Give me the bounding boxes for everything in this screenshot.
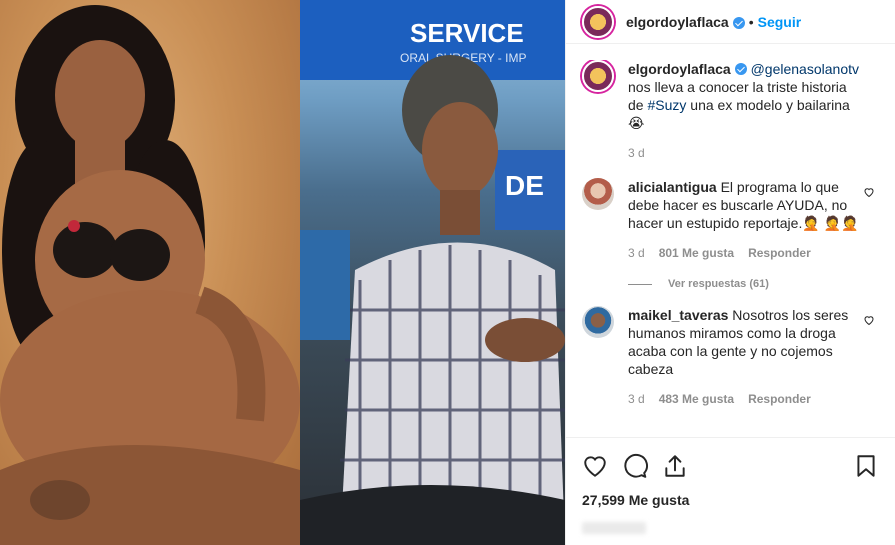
image-left-model [0,0,300,545]
action-icons [582,448,879,484]
caption-time[interactable]: 3 d [628,144,645,162]
comment-likes[interactable]: 801 Me gusta [659,244,734,262]
comment-username[interactable]: maikel_taveras [628,307,728,323]
author-username[interactable]: elgordoylaflaca [626,14,729,30]
follow-button[interactable]: Seguir [758,14,802,30]
caption-body: elgordoylaflaca @gelenasolanotv nos llev… [628,60,879,162]
instagram-post: SERVICE ORAL SURGERY - IMP DE [0,0,895,545]
comment-username[interactable]: alicialantigua [628,179,717,195]
reply-button[interactable]: Responder [748,244,811,262]
comment-body: maikel_taveras Nosotros los seres humano… [628,306,879,408]
caption-hashtag[interactable]: #Suzy [647,97,686,113]
caption-username[interactable]: elgordoylaflaca [628,61,731,77]
comment-icon[interactable] [622,453,648,479]
comment-likes[interactable]: 483 Me gusta [659,390,734,408]
share-icon[interactable] [662,453,688,479]
image-right-woman: SERVICE ORAL SURGERY - IMP DE [300,0,565,545]
commenter-avatar[interactable] [582,306,614,338]
caption-mention[interactable]: @gelenasolanotv [751,61,859,77]
sign-text-3: DE [505,170,544,201]
comment-item: alicialantigua El programa lo que debe h… [582,178,879,262]
commenter-avatar[interactable] [582,178,614,210]
verified-badge-icon [734,63,747,75]
bookmark-icon[interactable] [853,453,879,479]
caption-avatar[interactable] [582,60,614,92]
verified-badge-icon [732,16,745,29]
post-actions: 27,599 Me gusta [566,437,895,534]
caption: elgordoylaflaca @gelenasolanotv nos llev… [582,60,879,162]
view-replies-link[interactable]: Ver respuestas (61) [628,278,879,290]
comment-meta: 3 d 483 Me gusta Responder [628,390,859,408]
author-avatar[interactable] [582,5,614,38]
view-replies-label: Ver respuestas (61) [668,278,769,290]
separator-dot: • [748,13,754,30]
like-comment-heart-icon[interactable] [863,314,875,326]
replies-line [628,283,652,285]
timestamp-placeholder [582,522,646,534]
sign-text-1: SERVICE [410,18,524,48]
post-header: elgordoylaflaca • Seguir [566,0,895,44]
street-illustration: SERVICE ORAL SURGERY - IMP DE [300,0,565,545]
comment-body: alicialantigua El programa lo que debe h… [628,178,879,262]
comment-item: maikel_taveras Nosotros los seres humano… [582,306,879,408]
caption-meta: 3 d [628,144,859,162]
comments-list[interactable]: elgordoylaflaca @gelenasolanotv nos llev… [566,60,895,435]
post-side-panel: elgordoylaflaca • Seguir elgordoylaflaca… [565,0,895,545]
heart-icon[interactable] [582,453,608,479]
like-comment-heart-icon[interactable] [863,186,875,198]
comment-time[interactable]: 3 d [628,390,645,408]
post-image[interactable]: SERVICE ORAL SURGERY - IMP DE [0,0,565,545]
comment-meta: 3 d 801 Me gusta Responder [628,244,859,262]
comment-time[interactable]: 3 d [628,244,645,262]
likes-count[interactable]: 27,599 Me gusta [582,492,879,508]
reply-button[interactable]: Responder [748,390,811,408]
model-illustration [0,5,300,545]
